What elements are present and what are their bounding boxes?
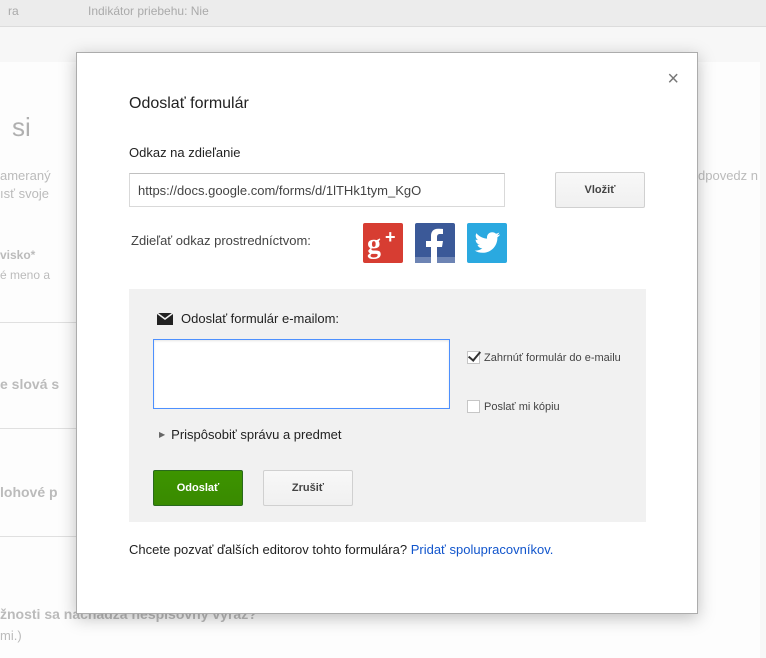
twitter-icon[interactable] bbox=[467, 223, 507, 263]
background-field-hint: é meno a bbox=[0, 268, 51, 282]
email-heading-text: Odoslať formulár e-mailom: bbox=[181, 311, 340, 326]
background-progress-indicator: Indikátor priebehu: Nie bbox=[88, 4, 209, 18]
insert-button[interactable]: Vložiť bbox=[555, 172, 645, 208]
dialog-title: Odoslať formulár bbox=[129, 95, 249, 112]
cancel-button[interactable]: Zrušiť bbox=[263, 470, 353, 506]
send-form-dialog: × Odoslať formulár Odkaz na zdieľanie Vl… bbox=[76, 52, 698, 614]
background-field bbox=[0, 292, 80, 323]
background-heading: si bbox=[12, 112, 31, 142]
background-field-label: e slová s bbox=[0, 376, 60, 392]
include-form-label: Zahrnúť formulár do e-mailu bbox=[484, 352, 621, 364]
background-topbar-text: ra bbox=[8, 4, 19, 18]
background-field bbox=[0, 506, 80, 537]
background-question-hint: mi.) bbox=[0, 628, 22, 643]
google-plus-icon[interactable]: g + bbox=[363, 223, 403, 263]
background-topbar: ra Indikátor priebehu: Nie bbox=[0, 0, 766, 27]
background-field-label: lohové p bbox=[0, 484, 58, 500]
triangle-right-icon: ▶ bbox=[159, 430, 166, 439]
include-form-checkbox[interactable] bbox=[467, 351, 480, 364]
background-field-label: visko* bbox=[0, 248, 36, 262]
send-copy-checkbox[interactable] bbox=[467, 400, 480, 413]
share-via-label: Zdieľať odkaz prostredníctvom: bbox=[131, 233, 311, 248]
send-copy-option[interactable]: Poslať mi kópiu bbox=[467, 399, 560, 415]
svg-text:+: + bbox=[385, 227, 396, 247]
svg-text:g: g bbox=[367, 229, 381, 260]
email-heading: Odoslať formulár e-mailom: bbox=[156, 311, 340, 326]
invite-editors-text: Chcete pozvať ďalších editorov tohto for… bbox=[129, 541, 589, 559]
background-right-text: dpovedz n bbox=[698, 168, 758, 183]
background-field bbox=[0, 398, 80, 429]
email-panel: Odoslať formulár e-mailom: Zahrnúť formu… bbox=[129, 289, 646, 522]
include-form-option[interactable]: Zahrnúť formulár do e-mailu bbox=[467, 345, 627, 371]
customize-message-toggle[interactable]: ▶ Prispôsobiť správu a predmet bbox=[159, 427, 342, 442]
background-text: ameraný bbox=[0, 168, 51, 183]
envelope-icon bbox=[156, 312, 174, 325]
background-text: ısť svoje bbox=[0, 186, 49, 201]
facebook-icon[interactable] bbox=[415, 223, 455, 263]
close-icon[interactable]: × bbox=[667, 69, 679, 89]
send-copy-label: Poslať mi kópiu bbox=[484, 401, 560, 413]
send-button[interactable]: Odoslať bbox=[153, 470, 243, 506]
email-recipients-input[interactable] bbox=[153, 339, 450, 409]
share-link-label: Odkaz na zdieľanie bbox=[129, 145, 241, 160]
invite-editors-question: Chcete pozvať ďalších editorov tohto for… bbox=[129, 542, 408, 557]
customize-label: Prispôsobiť správu a predmet bbox=[171, 427, 342, 442]
share-link-input[interactable] bbox=[129, 173, 505, 207]
add-collaborators-link[interactable]: Pridať spolupracovníkov. bbox=[411, 542, 554, 557]
